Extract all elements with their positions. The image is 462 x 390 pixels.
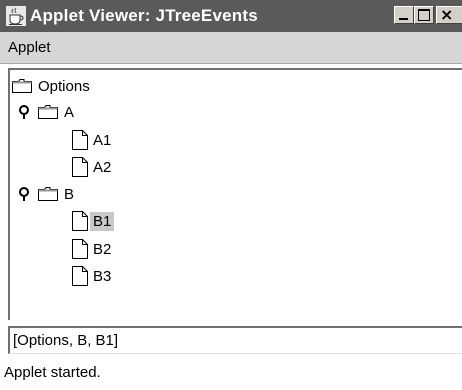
document-icon xyxy=(72,211,88,231)
tree-view[interactable]: Options A A1 A2 B B1 B2 B3 xyxy=(8,68,462,320)
close-button[interactable]: × xyxy=(436,5,462,24)
tree-node-label: A1 xyxy=(93,131,112,149)
tree-node-label: A2 xyxy=(93,158,112,176)
document-icon xyxy=(72,239,88,259)
document-icon xyxy=(72,157,88,177)
menu-bar: Applet xyxy=(0,32,462,64)
tree-node-a1[interactable]: A1 xyxy=(72,128,114,152)
minimize-button[interactable] xyxy=(394,6,414,24)
expanded-handle-icon[interactable] xyxy=(18,186,30,202)
tree-node-a2[interactable]: A2 xyxy=(72,155,114,179)
document-icon xyxy=(72,130,88,150)
close-icon: × xyxy=(440,5,454,24)
tree-node-a[interactable]: A xyxy=(18,100,77,124)
expanded-handle-icon[interactable] xyxy=(18,104,30,120)
folder-icon xyxy=(38,105,58,119)
tree-node-label: B xyxy=(64,185,75,203)
tree-node-b[interactable]: B xyxy=(18,182,77,206)
title-bar[interactable]: Applet Viewer: JTreeEvents × xyxy=(0,0,462,32)
tree-node-label: Options xyxy=(38,77,90,95)
applet-viewer-window: Applet Viewer: JTreeEvents × Applet Opti… xyxy=(0,0,462,390)
window-title: Applet Viewer: JTreeEvents xyxy=(30,6,258,25)
tree-node-label: A xyxy=(64,103,75,121)
tree-node-label: B3 xyxy=(93,267,112,285)
tree-node-b2[interactable]: B2 xyxy=(72,237,114,261)
java-cup-icon[interactable] xyxy=(6,6,26,26)
tree-node-b3[interactable]: B3 xyxy=(72,264,114,288)
folder-icon xyxy=(12,79,32,93)
folder-icon xyxy=(38,187,58,201)
document-icon xyxy=(72,266,88,286)
status-bar: Applet started. xyxy=(0,358,462,390)
tree-node-label: B2 xyxy=(93,240,112,258)
tree-node-root[interactable]: Options xyxy=(12,74,93,98)
tree-node-label-selected: B1 xyxy=(90,211,115,231)
menu-applet[interactable]: Applet xyxy=(8,39,51,56)
maximize-button[interactable] xyxy=(414,6,434,24)
selection-path-field[interactable]: [Options, B, B1] xyxy=(8,326,462,354)
tree-node-b1[interactable]: B1 xyxy=(72,209,115,233)
